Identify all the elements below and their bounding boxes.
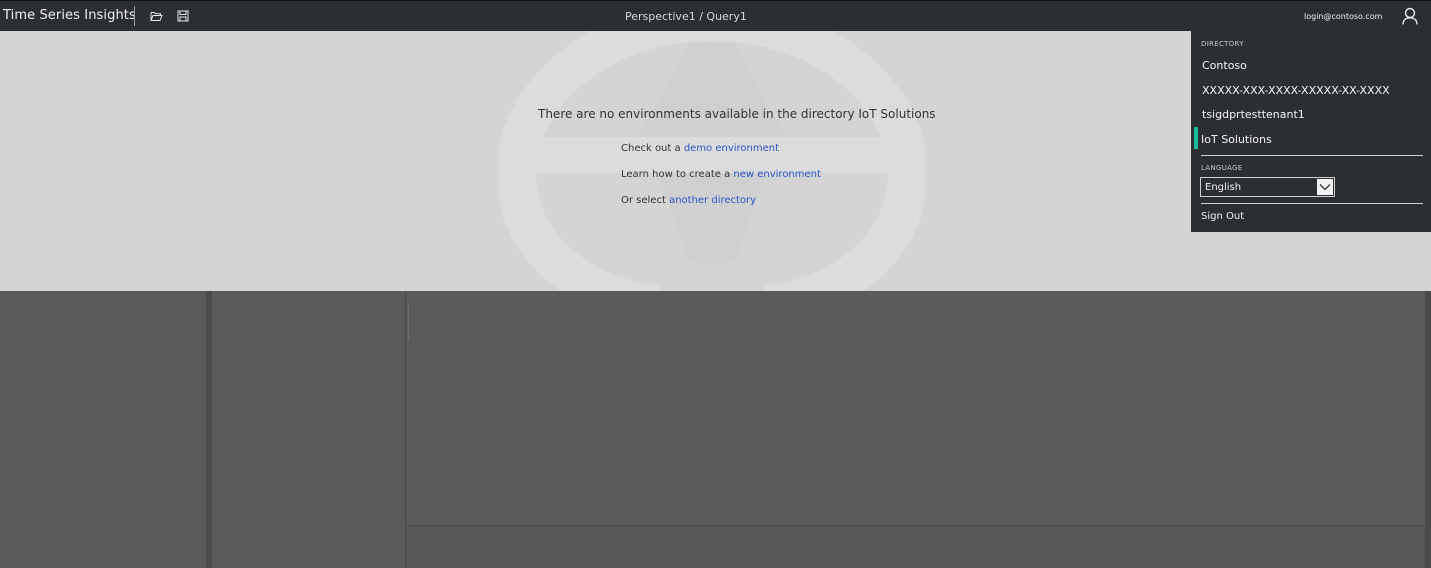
topbar-divider	[134, 6, 135, 26]
left-pane	[0, 291, 206, 568]
directory-item-contoso[interactable]: Contoso	[1202, 59, 1247, 72]
demo-line-prefix: Check out a	[621, 143, 684, 154]
breadcrumb: Perspective1 / Query1	[625, 10, 747, 23]
directory-item-masked[interactable]: XXXXX-XXX-XXXX-XXXXX-XX-XXXX	[1202, 84, 1390, 97]
selected-directory-indicator	[1194, 127, 1198, 149]
folder-open-icon[interactable]	[149, 9, 163, 23]
chart-pane	[407, 291, 1425, 526]
demo-line: Check out a demo environment	[621, 143, 779, 154]
another-directory-link[interactable]: another directory	[669, 195, 756, 206]
directory-label: DIRECTORY	[1201, 40, 1244, 48]
user-menu: DIRECTORY Contoso XXXXX-XXX-XXXX-XXXXX-X…	[1191, 31, 1431, 232]
sign-out-button[interactable]: Sign Out	[1201, 211, 1244, 222]
bottom-pane	[407, 527, 1425, 568]
language-select[interactable]: English	[1200, 177, 1335, 197]
app-title[interactable]: Time Series Insights	[3, 8, 136, 23]
new-environment-line: Learn how to create a new environment	[621, 169, 821, 180]
another-directory-line: Or select another directory	[621, 195, 756, 206]
user-email[interactable]: login@contoso.com	[1304, 12, 1382, 21]
save-icon[interactable]	[176, 9, 190, 23]
user-icon[interactable]	[1400, 6, 1420, 26]
menu-divider	[1201, 155, 1423, 156]
directory-item-tsigdprtesttenant1[interactable]: tsigdprtesttenant1	[1202, 108, 1305, 121]
language-value: English	[1205, 182, 1242, 193]
menu-divider	[1201, 203, 1423, 204]
directory-item-iot-solutions[interactable]: IoT Solutions	[1201, 133, 1272, 146]
filter-pane	[212, 291, 406, 568]
resize-grip[interactable]	[408, 305, 411, 341]
top-bar: Time Series Insights Perspective1 / Quer…	[0, 0, 1431, 31]
right-edge	[1425, 291, 1431, 568]
language-label: LANGUAGE	[1201, 164, 1243, 172]
another-dir-line-prefix: Or select	[621, 195, 670, 206]
tsi-logo-icon	[498, 31, 926, 291]
new-environment-link[interactable]: new environment	[733, 169, 821, 180]
demo-environment-link[interactable]: demo environment	[684, 143, 779, 154]
new-env-line-prefix: Learn how to create a	[621, 169, 734, 180]
chevron-down-icon[interactable]	[1317, 179, 1333, 195]
no-environments-message: There are no environments available in t…	[538, 107, 936, 121]
